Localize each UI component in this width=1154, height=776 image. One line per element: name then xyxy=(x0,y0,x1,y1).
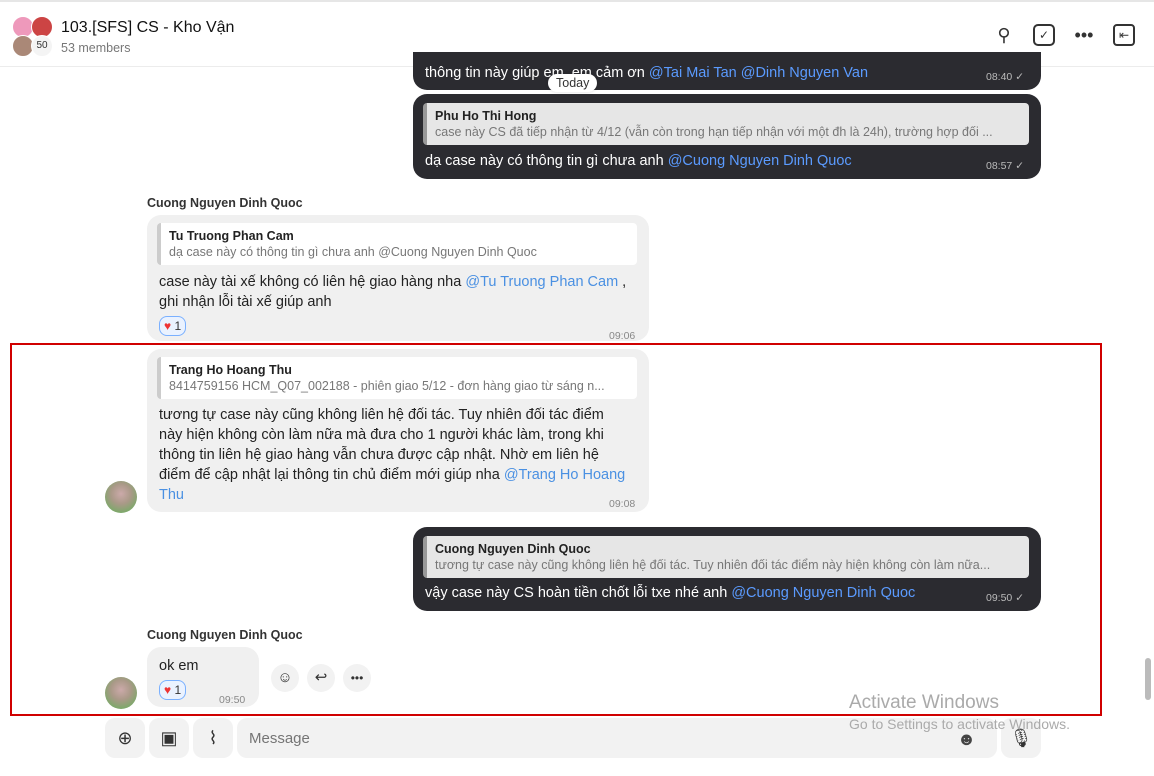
reaction-heart[interactable]: ♥ 1 xyxy=(159,680,187,700)
avatar-count: 50 xyxy=(31,35,53,57)
reply-quote[interactable]: Tu Truong Phan Cam dạ case này có thông t… xyxy=(157,223,637,265)
message-received[interactable]: Tu Truong Phan Cam dạ case này có thông t… xyxy=(147,215,649,342)
message-text: thông tin này giúp em, em cảm ơn xyxy=(425,65,649,81)
message-time: 09:50 ✓ xyxy=(986,592,1024,604)
message-text: vậy case này CS hoàn tiền chốt lỗi txe n… xyxy=(425,585,732,601)
reply-quote[interactable]: Cuong Nguyen Dinh Quoc tương tự case này … xyxy=(423,536,1029,578)
message-time: 08:57 ✓ xyxy=(986,160,1024,172)
sender-name[interactable]: Cuong Nguyen Dinh Quoc xyxy=(147,196,303,210)
attach-icon[interactable]: ⌇ xyxy=(193,718,233,758)
emoji-icon[interactable]: ☻ xyxy=(957,729,976,750)
message-sent[interactable]: thông tin này giúp em, em cảm ơn @Tai Ma… xyxy=(413,52,1041,90)
mention-link[interactable]: @Cuong Nguyen Dinh Quoc xyxy=(668,153,852,169)
task-check-icon[interactable]: ✓ xyxy=(1033,24,1055,46)
avatar[interactable] xyxy=(105,677,137,709)
mention-link[interactable]: @Tai Mai Tan @Dinh Nguyen Van xyxy=(649,65,868,81)
message-sent[interactable]: Phu Ho Thi Hong case này CS đã tiếp nhận … xyxy=(413,94,1041,179)
message-time: 09:08 xyxy=(609,498,636,510)
message-text: ok em xyxy=(159,658,199,674)
sender-name[interactable]: Cuong Nguyen Dinh Quoc xyxy=(147,628,303,642)
add-icon[interactable]: ⊕ xyxy=(105,718,145,758)
message-text: case này tài xế không có liên hệ giao hà… xyxy=(159,274,466,290)
message-time: 08:40 ✓ xyxy=(986,71,1024,83)
windows-watermark: Activate Windows xyxy=(849,692,999,713)
date-divider: Today xyxy=(548,74,598,92)
more-icon[interactable]: ••• xyxy=(1073,24,1095,46)
message-text: dạ case này có thông tin gì chưa anh xyxy=(425,153,668,169)
message-time: 09:06 xyxy=(609,330,636,342)
collapse-panel-icon[interactable]: ⇤ xyxy=(1113,24,1135,46)
mention-link[interactable]: @Tu Truong Phan Cam xyxy=(465,274,618,290)
scrollbar[interactable] xyxy=(1145,658,1151,700)
emoji-react-icon[interactable]: ☺ xyxy=(271,664,299,692)
message-sent[interactable]: Cuong Nguyen Dinh Quoc tương tự case này … xyxy=(413,527,1041,611)
windows-watermark-sub: Go to Settings to activate Windows. xyxy=(849,716,1070,732)
avatar[interactable] xyxy=(105,481,137,513)
reaction-heart[interactable]: ♥ 1 xyxy=(159,316,187,336)
image-icon[interactable]: ▣ xyxy=(149,718,189,758)
reply-quote[interactable]: Trang Ho Hoang Thu 8414759156 HCM_Q07_002… xyxy=(157,357,637,399)
reply-icon[interactable]: ↩ xyxy=(307,664,335,692)
mention-link[interactable]: @Cuong Nguyen Dinh Quoc xyxy=(731,585,915,601)
chat-title[interactable]: 103.[SFS] CS - Kho Vận xyxy=(61,19,234,37)
message-received[interactable]: Trang Ho Hoang Thu 8414759156 HCM_Q07_002… xyxy=(147,349,649,512)
message-received[interactable]: ok em ♥ 1 09:50 xyxy=(147,647,259,707)
member-count[interactable]: 53 members xyxy=(61,41,130,55)
search-icon[interactable]: ⚲ xyxy=(993,24,1015,46)
message-time: 09:50 xyxy=(219,694,246,706)
reply-quote[interactable]: Phu Ho Thi Hong case này CS đã tiếp nhận … xyxy=(423,103,1029,145)
more-actions-icon[interactable]: ••• xyxy=(343,664,371,692)
